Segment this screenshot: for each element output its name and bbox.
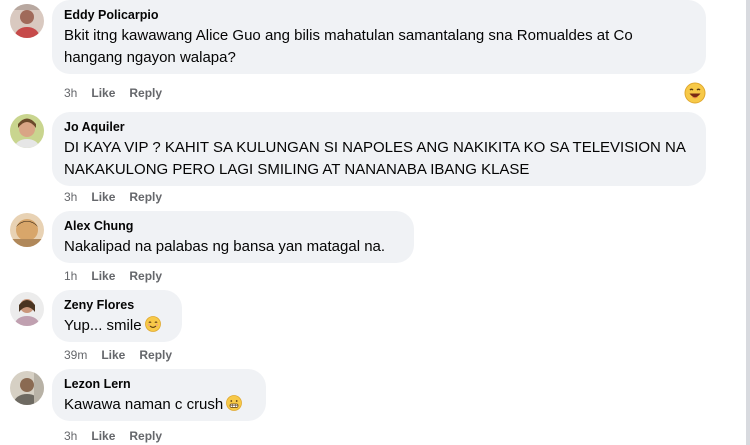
reply-button[interactable]: Reply	[129, 86, 162, 100]
comment-actions: 1h Like Reply	[64, 269, 162, 283]
avatar-image	[10, 4, 44, 38]
reply-button[interactable]: Reply	[129, 429, 162, 443]
comment-time[interactable]: 3h	[64, 86, 77, 100]
comment-time[interactable]: 3h	[64, 190, 77, 204]
avatar-image	[10, 213, 44, 247]
comment-bubble: Lezon Lern Kawawa naman c crush	[52, 369, 266, 421]
comment-text-content: Kawawa naman c crush	[64, 396, 224, 413]
avatar[interactable]	[10, 292, 44, 326]
comment-author[interactable]: Lezon Lern	[64, 376, 254, 392]
comment-bubble: Jo Aquiler DI KAYA VIP ? KAHIT SA KULUNG…	[52, 112, 706, 186]
laughing-emoji-icon[interactable]	[684, 82, 706, 104]
comment-text: Kawawa naman c crush	[64, 394, 254, 416]
like-button[interactable]: Like	[91, 86, 115, 100]
comment-time[interactable]: 1h	[64, 269, 77, 283]
comment-author[interactable]: Jo Aquiler	[64, 119, 694, 135]
comment-text-content: Yup... smile	[64, 317, 142, 334]
comment-bubble: Eddy Policarpio Bkit itng kawawang Alice…	[52, 0, 706, 74]
comment-text: Bkit itng kawawang Alice Guo ang bilis m…	[64, 27, 633, 66]
relieved-smile-emoji-icon	[144, 316, 161, 332]
avatar[interactable]	[10, 4, 44, 38]
comment-author[interactable]: Eddy Policarpio	[64, 7, 694, 23]
comment-actions: 3h Like Reply	[64, 86, 162, 100]
comment-time[interactable]: 3h	[64, 429, 77, 443]
avatar-image	[10, 292, 44, 326]
reply-button[interactable]: Reply	[139, 348, 172, 362]
avatar[interactable]	[10, 371, 44, 405]
comment-author[interactable]: Zeny Flores	[64, 297, 170, 313]
avatar-image	[10, 371, 44, 405]
comment-text: Yup... smile	[64, 315, 170, 337]
comment-text: Nakalipad na palabas ng bansa yan mataga…	[64, 238, 386, 255]
reply-button[interactable]: Reply	[129, 269, 162, 283]
avatar[interactable]	[10, 114, 44, 148]
comment-actions: 3h Like Reply	[64, 429, 162, 443]
like-button[interactable]: Like	[91, 269, 115, 283]
comment-text: DI KAYA VIP ? KAHIT SA KULUNGAN SI NAPOL…	[64, 139, 686, 178]
avatar-image	[10, 114, 44, 148]
like-button[interactable]: Like	[91, 429, 115, 443]
like-button[interactable]: Like	[101, 348, 125, 362]
avatar[interactable]	[10, 213, 44, 247]
reply-button[interactable]: Reply	[129, 190, 162, 204]
grimacing-emoji-icon	[226, 395, 243, 411]
scrollbar[interactable]	[746, 0, 750, 445]
comment-bubble: Zeny Flores Yup... smile	[52, 290, 182, 342]
comment-bubble: Alex Chung Nakalipad na palabas ng bansa…	[52, 211, 414, 263]
comment-actions: 39m Like Reply	[64, 348, 172, 362]
comment-actions: 3h Like Reply	[64, 190, 162, 204]
comment-author[interactable]: Alex Chung	[64, 218, 402, 234]
comment-time[interactable]: 39m	[64, 348, 87, 362]
like-button[interactable]: Like	[91, 190, 115, 204]
